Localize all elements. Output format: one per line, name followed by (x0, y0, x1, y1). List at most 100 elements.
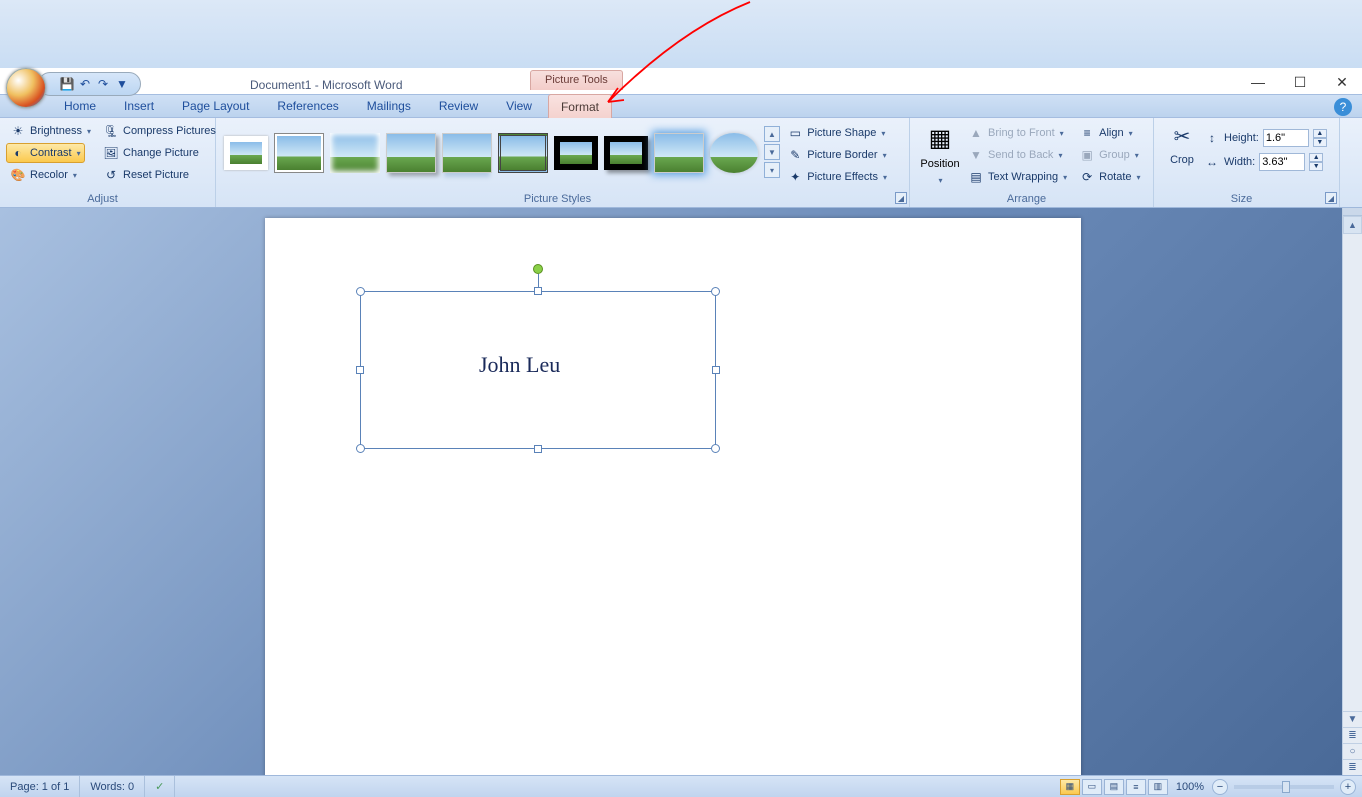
effects-icon: ✦ (787, 169, 803, 185)
split-bar[interactable] (1343, 208, 1362, 216)
document-area[interactable]: John Leu (0, 208, 1342, 775)
height-icon: ↕ (1204, 130, 1220, 146)
zoom-thumb[interactable] (1282, 781, 1290, 793)
qat-customize-icon[interactable]: ▼ (114, 76, 130, 92)
view-web-layout[interactable]: ▤ (1104, 779, 1124, 795)
redo-icon[interactable]: ↷ (95, 76, 111, 92)
brightness-button[interactable]: ☀Brightness▾ (6, 121, 95, 141)
width-icon: ↔ (1204, 154, 1220, 170)
tab-page-layout[interactable]: Page Layout (170, 94, 261, 118)
tab-home[interactable]: Home (52, 94, 108, 118)
signature-text: John Leu (479, 352, 560, 378)
gallery-up-icon[interactable]: ▲ (764, 126, 780, 142)
width-input[interactable] (1259, 153, 1305, 171)
zoom-in-button[interactable]: + (1340, 779, 1356, 795)
browse-object-icon[interactable]: ○ (1343, 743, 1362, 759)
compress-pictures-button[interactable]: 🗜Compress Pictures (99, 121, 220, 141)
style-reflected[interactable] (442, 133, 492, 173)
page[interactable]: John Leu (265, 218, 1081, 775)
style-black-shadow[interactable] (604, 136, 648, 170)
rotate-icon: ⟳ (1079, 169, 1095, 185)
help-icon[interactable]: ? (1334, 98, 1352, 116)
status-page[interactable]: Page: 1 of 1 (0, 776, 80, 797)
group-picture-styles: ▲ ▼ ▾ ▭Picture Shape▾ ✎Picture Border▾ ✦… (216, 118, 910, 207)
tab-format[interactable]: Format (548, 94, 612, 118)
group-label-adjust: Adjust (0, 193, 205, 205)
gallery-down-icon[interactable]: ▼ (764, 144, 780, 160)
style-thick-black-frame[interactable] (554, 136, 598, 170)
view-outline[interactable]: ≡ (1126, 779, 1146, 795)
zoom-slider[interactable] (1234, 785, 1334, 789)
reset-picture-button[interactable]: ↺Reset Picture (99, 165, 193, 185)
tab-references[interactable]: References (265, 94, 350, 118)
change-picture-icon: 🖼 (103, 145, 119, 161)
width-spinner[interactable]: ▲▼ (1309, 153, 1323, 171)
recolor-icon: 🎨 (10, 167, 26, 183)
close-button[interactable]: ✕ (1332, 72, 1352, 92)
status-proofing[interactable]: ✓ (145, 776, 175, 797)
tab-review[interactable]: Review (427, 94, 490, 118)
resize-handle-tm[interactable] (534, 287, 542, 295)
scroll-down-icon[interactable]: ▼ (1343, 711, 1362, 727)
tab-view[interactable]: View (494, 94, 544, 118)
resize-handle-br[interactable] (711, 444, 720, 453)
picture-effects-button[interactable]: ✦Picture Effects▾ (783, 167, 891, 187)
gallery-more-icon[interactable]: ▾ (764, 162, 780, 178)
style-oval[interactable] (710, 133, 758, 173)
bring-to-front-button[interactable]: ▲Bring to Front▾ (964, 123, 1068, 143)
minimize-button[interactable]: — (1248, 72, 1268, 92)
height-input[interactable] (1263, 129, 1309, 147)
contextual-tab-label: Picture Tools (530, 70, 623, 90)
zoom-out-button[interactable]: − (1212, 779, 1228, 795)
prev-page-icon[interactable]: ≣ (1343, 727, 1362, 743)
text-wrapping-button[interactable]: ▤Text Wrapping▾ (964, 167, 1071, 187)
status-bar: Page: 1 of 1 Words: 0 ✓ ▦ ▭ ▤ ≡ ▥ 100% −… (0, 775, 1362, 797)
size-dialog-launcher[interactable]: ◢ (1325, 192, 1337, 204)
resize-handle-tr[interactable] (711, 287, 720, 296)
picture-border-button[interactable]: ✎Picture Border▾ (783, 145, 890, 165)
vertical-scrollbar[interactable]: ▲ ▼ ≣ ○ ≣ (1342, 208, 1362, 775)
ribbon-tabs: Home Insert Page Layout References Maili… (0, 94, 1362, 118)
rotate-button[interactable]: ⟳Rotate▾ (1075, 167, 1144, 187)
window-controls: — ☐ ✕ (1248, 72, 1352, 92)
resize-handle-bl[interactable] (356, 444, 365, 453)
height-spinner[interactable]: ▲▼ (1313, 129, 1327, 147)
office-button[interactable] (6, 68, 46, 108)
view-print-layout[interactable]: ▦ (1060, 779, 1080, 795)
status-words[interactable]: Words: 0 (80, 776, 145, 797)
gallery-scroll[interactable]: ▲ ▼ ▾ (764, 126, 780, 180)
position-icon: ▦ (924, 124, 956, 156)
zoom-level[interactable]: 100% (1176, 781, 1204, 793)
scroll-up-icon[interactable]: ▲ (1343, 216, 1362, 234)
rotation-handle[interactable] (533, 264, 543, 274)
contrast-button[interactable]: ◐Contrast▾ (6, 143, 85, 163)
style-simple-frame-white[interactable] (224, 136, 268, 170)
resize-handle-tl[interactable] (356, 287, 365, 296)
style-compound-frame[interactable] (498, 133, 548, 173)
style-glow[interactable] (654, 133, 704, 173)
save-icon[interactable]: 💾 (59, 76, 75, 92)
maximize-button[interactable]: ☐ (1290, 72, 1310, 92)
style-soft-edge[interactable] (330, 133, 380, 173)
tab-insert[interactable]: Insert (112, 94, 166, 118)
align-button[interactable]: ≡Align▾ (1075, 123, 1136, 143)
send-to-back-button[interactable]: ▼Send to Back▾ (964, 145, 1066, 165)
undo-icon[interactable]: ↶ (77, 76, 93, 92)
selected-picture[interactable]: John Leu (360, 291, 716, 449)
style-drop-shadow[interactable] (386, 133, 436, 173)
view-full-screen[interactable]: ▭ (1082, 779, 1102, 795)
view-draft[interactable]: ▥ (1148, 779, 1168, 795)
picture-shape-button[interactable]: ▭Picture Shape▾ (783, 123, 889, 143)
height-label: Height: (1224, 132, 1259, 144)
tab-mailings[interactable]: Mailings (355, 94, 423, 118)
next-page-icon[interactable]: ≣ (1343, 759, 1362, 775)
resize-handle-mr[interactable] (712, 366, 720, 374)
change-picture-button[interactable]: 🖼Change Picture (99, 143, 203, 163)
resize-handle-bm[interactable] (534, 445, 542, 453)
picture-styles-dialog-launcher[interactable]: ◢ (895, 192, 907, 204)
group-button[interactable]: ▣Group▾ (1075, 145, 1143, 165)
recolor-button[interactable]: 🎨Recolor▾ (6, 165, 81, 185)
back-icon: ▼ (968, 147, 984, 163)
reset-icon: ↺ (103, 167, 119, 183)
resize-handle-ml[interactable] (356, 366, 364, 374)
